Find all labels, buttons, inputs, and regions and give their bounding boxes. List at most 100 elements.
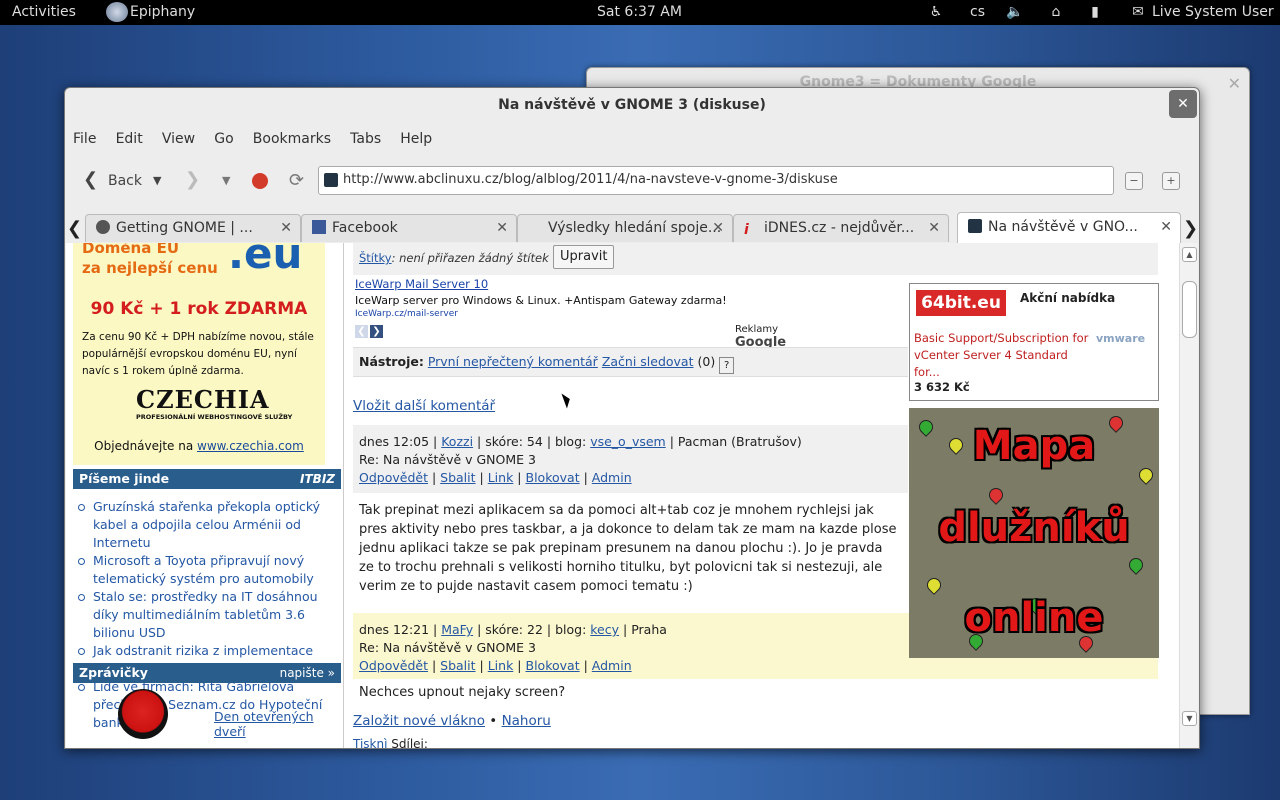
app-menu[interactable]: Epiphany	[130, 4, 195, 20]
menu-view[interactable]: View	[162, 131, 195, 147]
tab-getting-gnome[interactable]: Getting GNOME | ... ✕	[85, 214, 301, 242]
new-thread-link[interactable]: Založit nové vlákno	[353, 713, 485, 729]
close-tab-icon[interactable]: ✕	[928, 215, 940, 242]
map-title-3: online	[964, 595, 1104, 641]
close-tab-icon[interactable]: ✕	[1160, 213, 1172, 242]
czechia-ad[interactable]: Doména EU za nejlepší cenu .eu 90 Kč + 1…	[73, 243, 325, 465]
vertical-scrollbar[interactable]: ▲ ▼	[1179, 243, 1198, 748]
gad-url[interactable]: IceWarp.cz/mail-server	[355, 309, 458, 319]
comment-place: Praha	[631, 622, 667, 637]
forward-arrow-icon[interactable]: ❯	[185, 170, 200, 192]
idnes-icon: i	[744, 222, 749, 238]
stop-icon[interactable]	[252, 173, 268, 189]
address-bar[interactable]: http://www.abclinuxu.cz/blog/alblog/2011…	[318, 166, 1114, 195]
scrollbar-thumb[interactable]	[1182, 281, 1197, 338]
block-link[interactable]: Blokovat	[526, 658, 580, 673]
close-icon[interactable]: ✕	[1228, 74, 1241, 93]
tab-na-navsteve[interactable]: Na návštěvě v GNO... ✕	[957, 212, 1181, 244]
ad-desc[interactable]: Basic Support/Subscription for vCenter S…	[914, 330, 1094, 381]
zoom-out-icon[interactable]: −	[1125, 172, 1143, 190]
user-menu[interactable]: Live System User	[1152, 4, 1274, 20]
menu-bookmarks[interactable]: Bookmarks	[253, 131, 331, 147]
gad-title[interactable]: IceWarp Mail Server 10	[355, 277, 488, 291]
tab-label: Getting GNOME | ...	[116, 220, 253, 236]
permalink-link[interactable]: Link	[488, 470, 514, 485]
site-favicon-icon	[324, 173, 338, 187]
add-comment-link[interactable]: Vložit další komentář	[353, 398, 495, 414]
news-item[interactable]: Microsoft a Toyota připravují nový telem…	[73, 552, 341, 588]
blank-page-icon	[528, 220, 542, 234]
chat-icon[interactable]: ✉	[1130, 4, 1146, 20]
close-tab-icon[interactable]: ✕	[712, 215, 724, 242]
menu-file[interactable]: File	[73, 131, 96, 147]
admin-link[interactable]: Admin	[592, 658, 632, 673]
window-close-button[interactable]: ✕	[1169, 90, 1197, 118]
stitky-link[interactable]: Štítky	[359, 251, 392, 265]
back-arrow-icon[interactable]: ❮	[83, 170, 98, 192]
window-title: Na návštěvě v GNOME 3 (diskuse)	[498, 97, 766, 113]
64bit-ad[interactable]: 64bit.eu Akční nabídka Basic Support/Sub…	[909, 283, 1159, 401]
keyboard-layout[interactable]: cs	[970, 4, 985, 20]
tab-bar: ❮ Getting GNOME | ... ✕ Facebook ✕ Výsle…	[65, 210, 1199, 244]
comment-author-link[interactable]: MaFy	[441, 622, 473, 637]
back-history-chevron-icon[interactable]: ▼	[153, 170, 161, 192]
czechia-logo: CZECHIA	[136, 385, 270, 414]
collapse-link[interactable]: Sbalit	[440, 470, 475, 485]
volume-icon[interactable]: 🔈	[1006, 4, 1023, 20]
clock[interactable]: Sat 6:37 AM	[597, 4, 682, 20]
comment-text: Nechces upnout nejaky screen?	[359, 685, 566, 700]
column-divider	[343, 243, 344, 748]
czechia-link[interactable]: www.czechia.com	[197, 439, 304, 453]
activities-button[interactable]: Activities	[12, 4, 76, 20]
admin-link[interactable]: Admin	[592, 470, 632, 485]
first-unread-link[interactable]: První nepřečtený komentář	[428, 354, 598, 369]
tools-inner: Nástroje: První nepřečtený komentář Začn…	[359, 354, 735, 374]
network-icon[interactable]: ⌂	[1048, 4, 1064, 20]
new-tab-icon[interactable]: +	[1162, 172, 1180, 190]
top-link[interactable]: Nahoru	[502, 713, 551, 729]
news-item[interactable]: Gruzínská stařenka překopla optický kabe…	[73, 498, 341, 552]
address-text[interactable]: http://www.abclinuxu.cz/blog/alblog/2011…	[343, 172, 838, 187]
block-link[interactable]: Blokovat	[526, 470, 580, 485]
collapse-link[interactable]: Sbalit	[440, 658, 475, 673]
print-link[interactable]: Tisknì	[353, 737, 387, 748]
close-tab-icon[interactable]: ✕	[496, 215, 508, 242]
menu-go[interactable]: Go	[214, 131, 233, 147]
reply-link[interactable]: Odpovědět	[359, 470, 428, 485]
menu-help[interactable]: Help	[400, 131, 432, 147]
tab-scroll-right-icon[interactable]: ❯	[1183, 218, 1198, 239]
scroll-up-icon[interactable]: ▲	[1182, 247, 1197, 262]
redhat-logo-icon[interactable]	[118, 689, 168, 739]
comment-blog-link[interactable]: kecy	[590, 622, 619, 637]
napiste-link[interactable]: napište »	[280, 663, 335, 683]
upravit-button[interactable]: Upravit	[553, 245, 615, 269]
scroll-down-icon[interactable]: ▼	[1182, 711, 1197, 726]
news-item[interactable]: Stalo se: prostředky na IT dosáhnou díky…	[73, 588, 341, 642]
battery-icon[interactable]: ▮	[1087, 4, 1103, 20]
follow-link[interactable]: Začni sledovat	[602, 354, 694, 369]
debtors-map-banner[interactable]: Mapa dlužníků online	[909, 408, 1159, 658]
tab-search-results[interactable]: Výsledky hledání spoje... ✕	[517, 214, 733, 242]
tab-scroll-left-icon[interactable]: ❮	[67, 218, 82, 239]
den-otevrenych-dveri-link[interactable]: Den otevřených dveří	[214, 709, 341, 739]
main-column: Štítky: není přiřazen žádný štítek Uprav…	[353, 243, 1159, 748]
tab-facebook[interactable]: Facebook ✕	[301, 214, 517, 242]
help-icon[interactable]: ?	[719, 357, 735, 374]
google-ad[interactable]: IceWarp Mail Server 10 IceWarp server pr…	[355, 275, 825, 350]
gad-next-icon[interactable]: ❯	[370, 325, 383, 338]
tab-idnes[interactable]: i iDNES.cz - nejdůvěr... ✕	[733, 214, 949, 242]
close-tab-icon[interactable]: ✕	[280, 215, 292, 242]
gad-prev-icon[interactable]: ❮	[355, 325, 368, 338]
reply-link[interactable]: Odpovědět	[359, 658, 428, 673]
back-button[interactable]: Back	[108, 170, 142, 192]
reload-icon[interactable]: ⟳	[289, 170, 304, 192]
menu-edit[interactable]: Edit	[116, 131, 143, 147]
accessibility-icon[interactable]: ♿	[928, 4, 944, 20]
menu-tabs[interactable]: Tabs	[350, 131, 381, 147]
forward-history-chevron-icon[interactable]: ▼	[222, 170, 230, 192]
comment-blog-link[interactable]: vse_o_vsem	[590, 434, 666, 449]
comment-time: dnes 12:21	[359, 622, 430, 637]
comment-author-link[interactable]: Kozzi	[441, 434, 473, 449]
permalink-link[interactable]: Link	[488, 658, 514, 673]
left-sidebar: Doména EU za nejlepší cenu .eu 90 Kč + 1…	[73, 243, 341, 748]
